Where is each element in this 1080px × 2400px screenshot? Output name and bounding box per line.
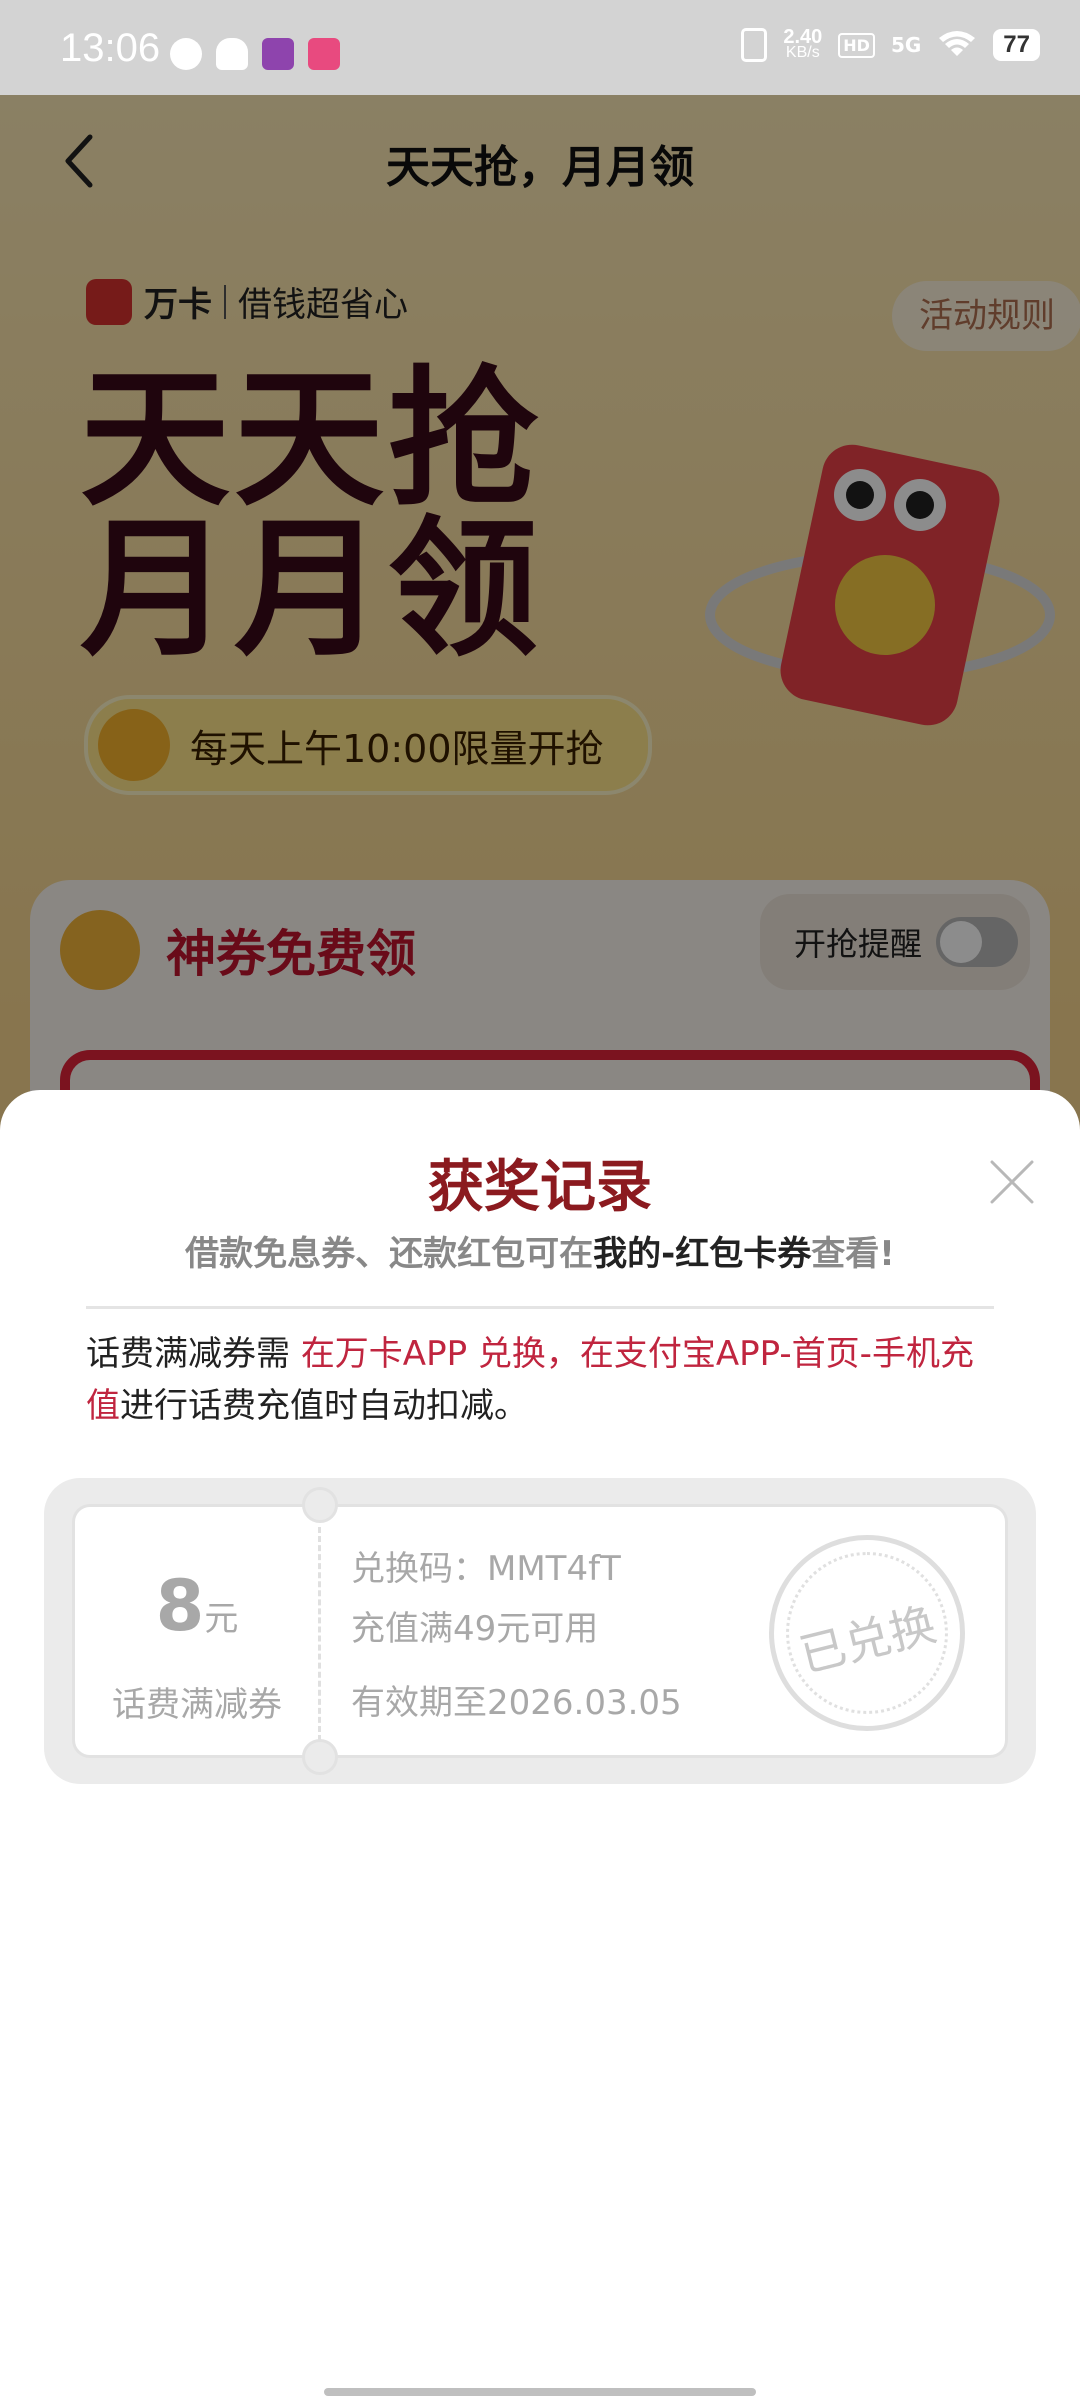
close-icon[interactable] [986,1156,1038,1208]
coupon-validity: 有效期至2026.03.05 [351,1683,682,1723]
status-time: 13:06 [60,26,161,70]
prize-record-sheet: 获奖记录 借款免息券、还款红包可在我的-红包卡券查看! 话费满减券需 在万卡AP… [0,1090,1080,2400]
home-indicator[interactable] [324,2388,756,2396]
signal-icon: 5G [890,33,922,57]
redeem-note: 话费满减券需 在万卡APP 兑换，在支付宝APP-首页-手机充值进行话费充值时自… [86,1334,974,1426]
coupon-amount: 8元 [155,1565,239,1647]
redeemed-stamp: 已兑换 [769,1535,965,1731]
qq-icon [216,38,248,70]
sheet-subtitle: 借款免息券、还款红包可在我的-红包卡券查看! [185,1234,895,1274]
battery-indicator: 77 [993,29,1040,61]
wifi-icon [937,28,977,62]
coupon-code: 兑换码：MMT4fT [351,1549,621,1589]
hd-icon: HD [838,32,875,58]
chat-bubble-icon [170,38,202,70]
coupon-condition: 充值满49元可用 [351,1609,599,1649]
net-speed: 2.40 KB/s [783,26,823,61]
sheet-title: 获奖记录 [428,1155,652,1220]
coupon-ticket: 8元 话费满减券 兑换码：MMT4fT 充值满49元可用 有效期至2026.03… [44,1478,1036,1784]
ticket-notch-top [302,1487,338,1523]
bank-app-icon [262,38,294,70]
ticket-notch-bottom [302,1739,338,1775]
coupon-type: 话费满减券 [112,1685,282,1725]
shopping-app-icon [308,38,340,70]
divider [86,1306,994,1309]
status-bar: 13:06 2.40 KB/s HD 5G 77 [0,0,1080,95]
vibrate-icon [741,28,768,62]
